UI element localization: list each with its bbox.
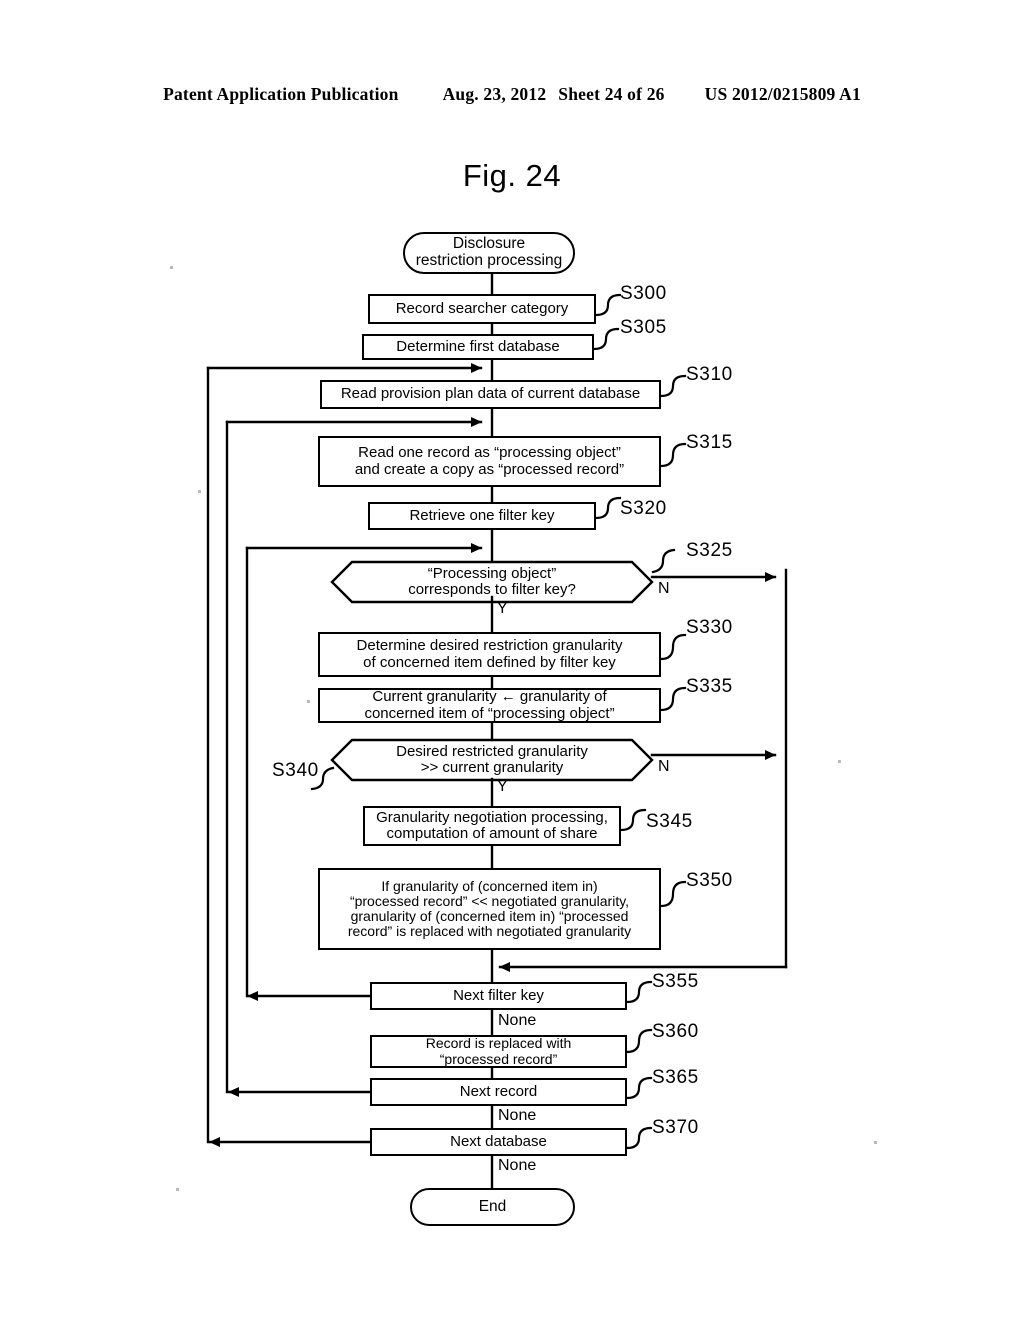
step-label-s340: S340 (272, 760, 319, 781)
step-label-s365: S365 (652, 1067, 699, 1088)
step-label-s315: S315 (686, 432, 733, 453)
edge-label-s325-yes: Y (497, 600, 508, 617)
process-s300: Record searcher category (368, 294, 596, 324)
process-s320: Retrieve one filter key (368, 502, 596, 530)
edge-label-s355-none: None (498, 1012, 537, 1029)
process-s335: Current granularity ← granularity of con… (318, 688, 661, 723)
process-s350-line4: record” is replaced with negotiated gran… (347, 923, 632, 940)
scan-speck (198, 490, 201, 493)
process-s360-line2: “processed record” (439, 1050, 558, 1067)
process-s335-line1: Current granularity ← granularity of (372, 688, 607, 706)
start-terminal: Disclosure restriction processing (403, 232, 575, 274)
step-label-s320: S320 (620, 498, 667, 519)
process-s345: Granularity negotiation processing, comp… (363, 806, 621, 846)
scan-speck (176, 1188, 179, 1191)
process-s355-label: Next filter key (453, 986, 544, 1004)
process-s370-label: Next database (450, 1132, 547, 1150)
process-s315-line1: Read one record as “processing object” (358, 444, 621, 462)
process-s330: Determine desired restriction granularit… (318, 632, 661, 677)
process-s365-label: Next record (459, 1082, 538, 1100)
process-s310-label: Read provision plan data of current data… (340, 385, 641, 403)
process-s335-line2: concerned item of “processing object” (364, 704, 615, 722)
process-s345-line2: computation of amount of share (386, 825, 598, 842)
process-s315: Read one record as “processing object” a… (318, 436, 661, 487)
start-terminal-line2: restriction processing (415, 252, 563, 269)
process-s370: Next database (370, 1128, 627, 1156)
step-label-s330: S330 (686, 617, 733, 638)
step-label-s345: S345 (646, 811, 693, 832)
process-s360: Record is replaced with “processed recor… (370, 1035, 627, 1068)
process-s355: Next filter key (370, 982, 627, 1010)
process-s350-line3: granularity of (concerned item in) “proc… (350, 908, 629, 924)
process-s330-line2: of concerned item defined by filter key (363, 653, 616, 671)
edge-label-s340-no: N (658, 758, 670, 775)
process-s305-label: Determine first database (396, 337, 560, 355)
step-label-s300: S300 (620, 283, 667, 304)
scan-speck (307, 700, 310, 703)
decision-s325: “Processing object” corresponds to filte… (352, 563, 632, 601)
process-s360-line1: Record is replaced with (425, 1035, 572, 1052)
step-label-s360: S360 (652, 1021, 699, 1042)
decision-s325-line2: corresponds to filter key? (408, 581, 576, 598)
step-label-s370: S370 (652, 1117, 699, 1138)
scan-speck (838, 760, 841, 763)
process-s315-line2: and create a copy as “processed record” (354, 460, 625, 478)
process-s310: Read provision plan data of current data… (320, 380, 661, 409)
step-label-s310: S310 (686, 364, 733, 385)
end-terminal-label: End (478, 1197, 507, 1215)
process-s320-label: Retrieve one filter key (409, 506, 555, 524)
edge-label-s365-none: None (498, 1107, 537, 1124)
step-label-s355: S355 (652, 971, 699, 992)
step-label-s350: S350 (686, 870, 733, 891)
step-label-s305: S305 (620, 317, 667, 338)
end-terminal: End (410, 1188, 575, 1226)
decision-s325-line1: “Processing object” (427, 564, 557, 582)
edge-label-s325-no: N (658, 580, 670, 597)
decision-s340: Desired restricted granularity >> curren… (352, 741, 632, 779)
edge-label-s340-yes: Y (497, 778, 508, 795)
decision-s340-line2: >> current granularity (420, 759, 564, 776)
step-label-s325: S325 (686, 540, 733, 561)
process-s350-line1: If granularity of (concerned item in) (381, 877, 598, 894)
process-s350-line2: “processed record” << negotiated granula… (349, 892, 630, 909)
process-s330-line1: Determine desired restriction granularit… (356, 637, 623, 655)
decision-s340-line1: Desired restricted granularity (396, 742, 588, 760)
process-s300-label: Record searcher category (395, 299, 569, 317)
process-s345-line1: Granularity negotiation processing, (376, 808, 608, 826)
process-s365: Next record (370, 1078, 627, 1106)
start-terminal-line1: Disclosure (452, 235, 526, 253)
edge-label-s370-none: None (498, 1157, 537, 1174)
scan-speck (170, 266, 173, 269)
process-s305: Determine first database (362, 334, 594, 360)
step-label-s335: S335 (686, 676, 733, 697)
process-s350: If granularity of (concerned item in) “p… (318, 868, 661, 950)
scan-speck (874, 1141, 877, 1144)
